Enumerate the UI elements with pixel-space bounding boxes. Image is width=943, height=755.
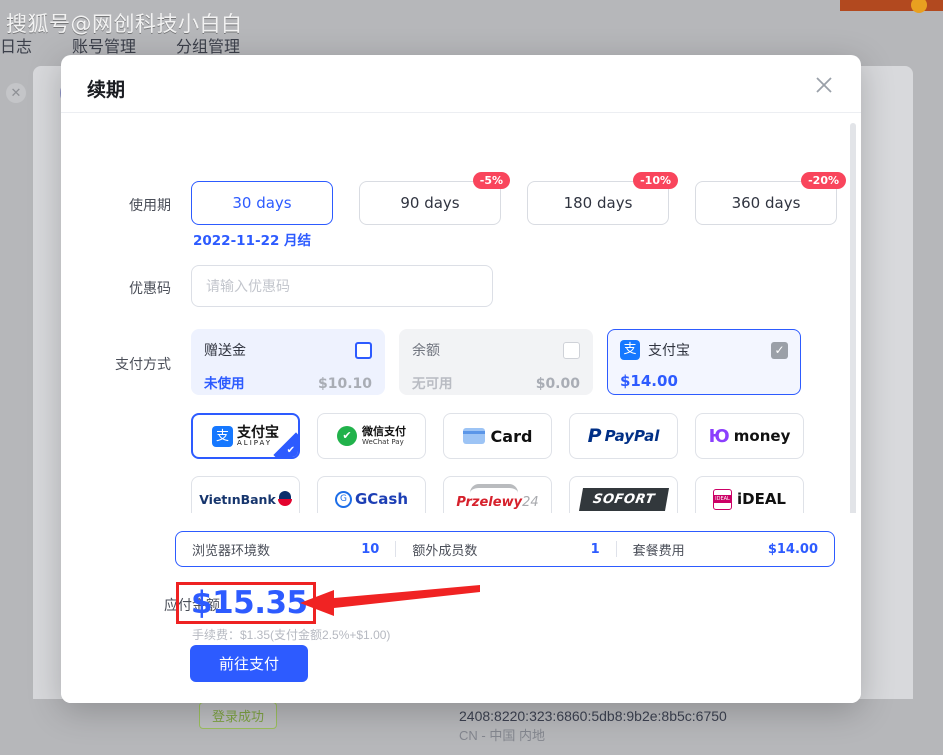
duration-option-label: 180 days — [563, 194, 633, 212]
coupon-input[interactable] — [191, 265, 493, 307]
balance-card-name: 赠送金 — [204, 342, 246, 358]
payment-option-label: GCash — [354, 490, 409, 508]
przelewy24-arc-icon — [470, 483, 519, 493]
balance-cards: 赠送金 未使用 $10.10 余额 无可用 $0.00 支 支付宝 ✓ $14.… — [191, 329, 801, 395]
yoomoney-icon: Ю — [708, 425, 730, 447]
payment-option-sublabel: 24 — [522, 494, 539, 510]
discount-badge: -5% — [472, 172, 510, 189]
duration-label: 使用期 — [129, 197, 171, 213]
pay-button[interactable]: 前往支付 — [190, 645, 308, 682]
payment-option-alipay[interactable]: 支 支付宝 ALIPAY ✔ — [191, 413, 300, 459]
balance-card-status: 未使用 — [204, 376, 245, 392]
summary-value: 10 — [361, 541, 380, 557]
dialog-header: 续期 — [61, 55, 861, 113]
credit-card-icon — [462, 428, 485, 444]
background-close-chip-icon[interactable]: ✕ — [6, 83, 26, 103]
balance-card-alipay[interactable]: 支 支付宝 ✓ $14.00 — [607, 329, 801, 395]
payment-option-label: Card — [490, 426, 533, 446]
ideal-icon: IDEAL — [712, 488, 732, 510]
payment-method-label: 支付方式 — [115, 356, 171, 372]
notification-dot-icon — [911, 0, 927, 13]
paypal-icon: P — [587, 425, 602, 447]
watermark: 搜狐号@网创科技小白白 — [6, 12, 243, 36]
payment-option-wechat-pay[interactable]: ✔ 微信支付 WeChat Pay — [317, 413, 426, 459]
payment-option-paypal[interactable]: P PayPal — [569, 413, 678, 459]
payment-option-yoomoney[interactable]: Ю money — [695, 413, 804, 459]
balance-card-amount: $14.00 — [620, 372, 678, 390]
duration-option-30-days[interactable]: 30 days — [191, 181, 333, 225]
balance-card-status: 无可用 — [412, 376, 453, 392]
payment-option-label: SOFORT — [591, 491, 656, 507]
summary-value: $14.00 — [767, 541, 818, 557]
order-summary-bar: 浏览器环境数 10 额外成员数 1 套餐费用 $14.00 — [175, 531, 835, 567]
vietinbank-icon — [277, 491, 292, 507]
discount-badge: -10% — [633, 172, 678, 189]
wechat-icon: ✔ — [337, 426, 357, 446]
login-status-badge: 登录成功 — [199, 702, 278, 729]
balance-card-amount: $0.00 — [535, 376, 580, 392]
checkbox-icon[interactable] — [563, 341, 580, 359]
duration-option-180-days[interactable]: 180 days -10% — [527, 172, 678, 225]
close-icon[interactable] — [811, 72, 837, 98]
duration-option-label: 360 days — [731, 194, 801, 212]
processing-fee-note: 手续费：$1.35(支付金额2.5%+$1.00) — [192, 628, 391, 642]
duration-option-label: 90 days — [400, 194, 460, 212]
checkbox-icon[interactable]: ✓ — [771, 341, 788, 359]
total-amount-value: $15.35 — [191, 585, 308, 621]
balance-card-name: 余额 — [412, 342, 440, 358]
summary-label: 额外成员数 — [412, 542, 478, 558]
payment-option-card[interactable]: Card — [443, 413, 552, 459]
balance-card-name: 支付宝 — [648, 342, 690, 358]
payment-option-label: 微信支付 — [362, 424, 406, 438]
duration-option-label: 30 days — [232, 194, 292, 212]
checkbox-icon[interactable] — [355, 341, 372, 359]
summary-label: 套餐费用 — [632, 542, 685, 558]
payment-option-label: VietınBank — [199, 491, 276, 507]
duration-option-90-days[interactable]: 90 days -5% — [359, 172, 510, 225]
dialog-scrollbar[interactable] — [850, 123, 856, 555]
check-icon: ✔ — [286, 445, 295, 456]
summary-value: 1 — [590, 541, 600, 557]
ip-address-text: 2408:8220:323:6860:5db8:9b2e:8b5c:6750 — [459, 708, 727, 724]
dialog-title: 续期 — [87, 79, 126, 101]
payment-option-label: PayPal — [604, 427, 660, 445]
discount-badge: -20% — [801, 172, 846, 189]
billing-date-note: 2022-11-22 月结 — [193, 233, 312, 249]
payment-option-label: 支付宝 — [237, 424, 279, 441]
payment-option-sublabel: WeChat Pay — [362, 438, 404, 447]
payment-option-label: iDEAL — [736, 490, 786, 508]
payment-option-sublabel: ALIPAY — [237, 438, 273, 447]
alipay-icon: 支 — [620, 340, 640, 360]
coupon-label: 优惠码 — [129, 280, 171, 296]
balance-card-account-balance[interactable]: 余额 无可用 $0.00 — [399, 329, 593, 395]
ip-region-text: CN - 中国 内地 — [459, 728, 545, 743]
gcash-icon: G — [334, 490, 352, 508]
duration-options: 30 days 90 days -5% 180 days -10% 360 da… — [191, 172, 846, 225]
dialog-scroll-area: 使用期 30 days 90 days -5% 180 days -10% 36… — [61, 113, 861, 573]
summary-label: 浏览器环境数 — [192, 542, 271, 558]
duration-option-360-days[interactable]: 360 days -20% — [695, 172, 846, 225]
payment-option-label: Przelewy — [456, 494, 523, 510]
payment-option-label: money — [733, 427, 791, 445]
scrollbar-thumb[interactable] — [850, 123, 856, 523]
balance-card-amount: $10.10 — [317, 376, 372, 392]
balance-card-gift[interactable]: 赠送金 未使用 $10.10 — [191, 329, 385, 395]
alipay-icon: 支 — [212, 425, 233, 447]
